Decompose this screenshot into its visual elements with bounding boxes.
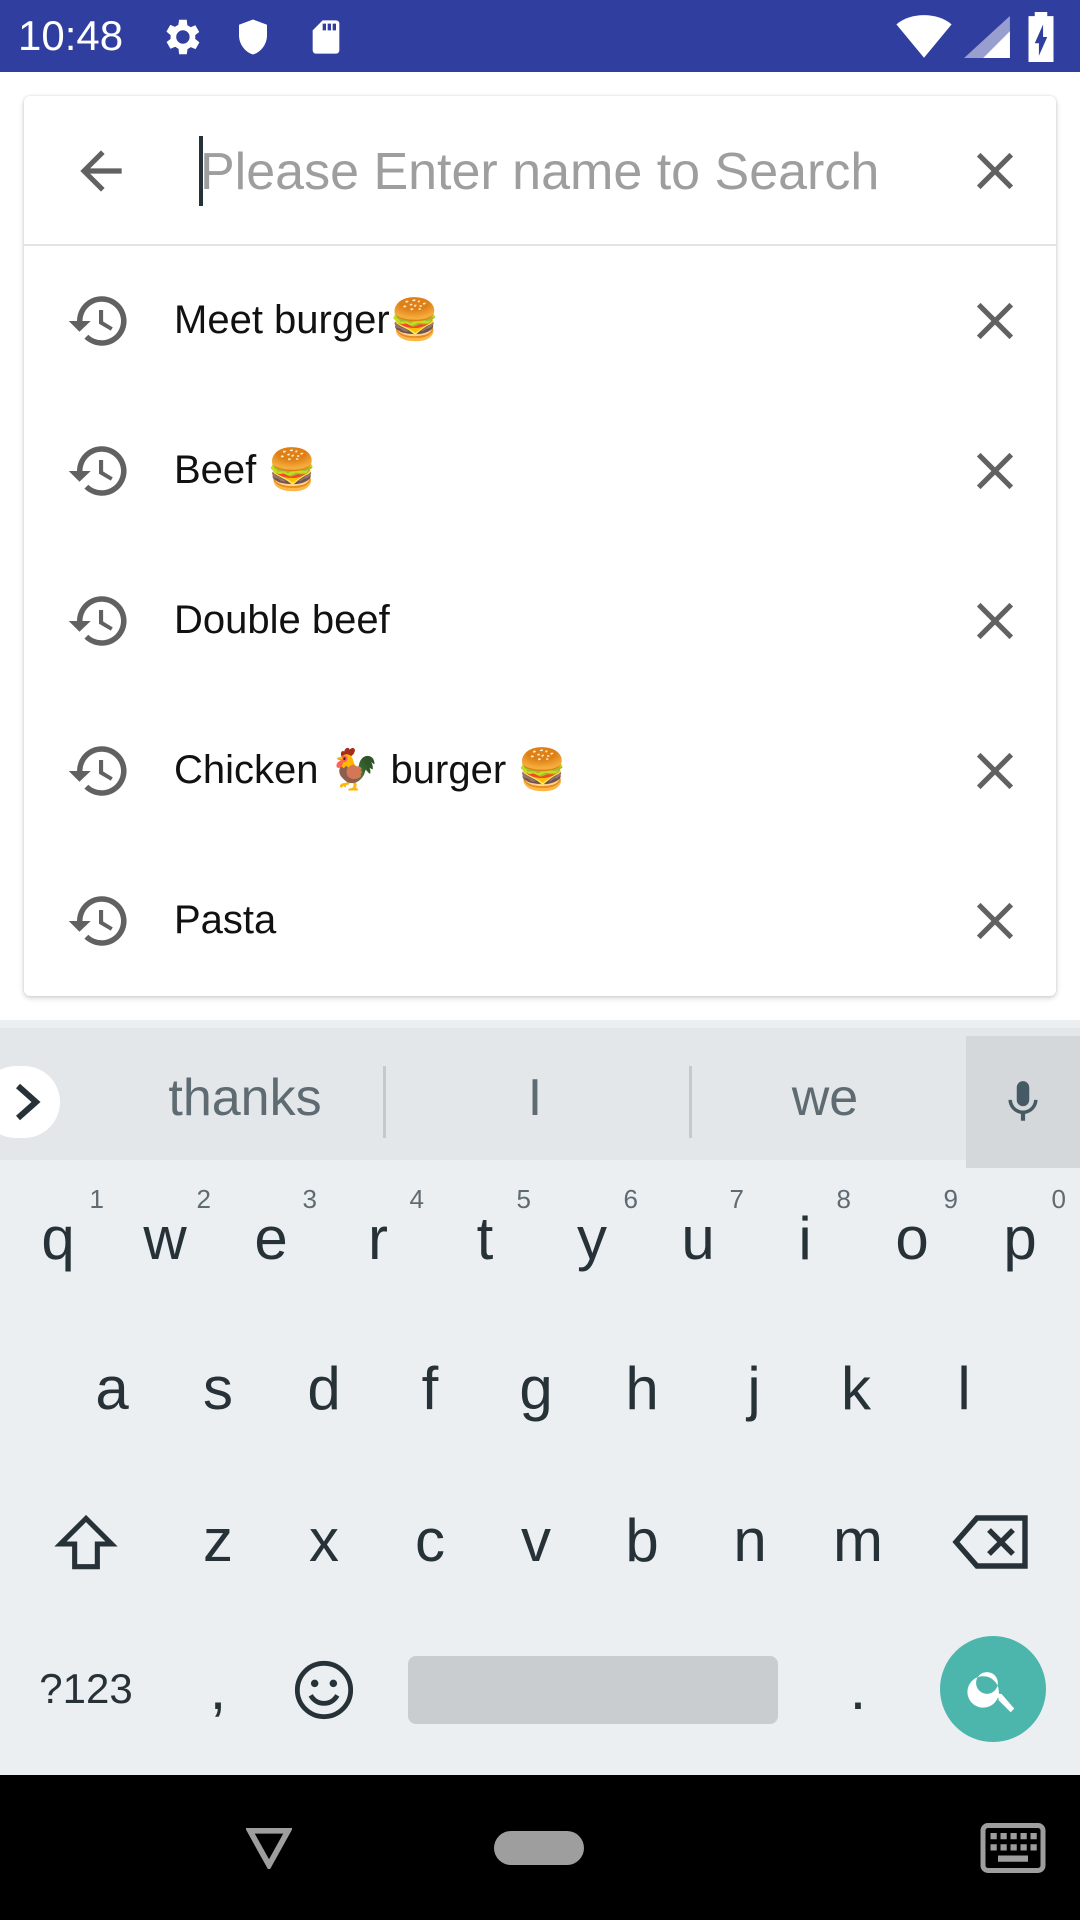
- key-u[interactable]: u7: [648, 1174, 748, 1304]
- shift-icon: [54, 1514, 118, 1570]
- microphone-icon: [1008, 1081, 1038, 1121]
- key-v[interactable]: v: [486, 1476, 586, 1606]
- history-icon: [68, 296, 127, 346]
- key-f[interactable]: f: [380, 1324, 480, 1454]
- voice-input-button[interactable]: [966, 1036, 1080, 1168]
- text-cursor: [199, 136, 203, 206]
- expand-suggestions-button[interactable]: [0, 1066, 60, 1138]
- list-item[interactable]: Double beef: [24, 546, 1056, 696]
- key-e[interactable]: e3: [221, 1174, 321, 1304]
- close-icon[interactable]: [964, 590, 1026, 652]
- key-i[interactable]: i8: [755, 1174, 855, 1304]
- search-history-list: Meet burger🍔 Beef 🍔 Double beef Chicken …: [24, 246, 1056, 996]
- shift-key[interactable]: [36, 1476, 136, 1606]
- backspace-icon: [952, 1515, 1028, 1569]
- suggestion-word[interactable]: thanks: [100, 1068, 390, 1128]
- list-item[interactable]: Meet burger🍔: [24, 246, 1056, 396]
- back-triangle-icon[interactable]: [246, 1827, 292, 1869]
- arrow-back-icon[interactable]: [70, 140, 132, 202]
- emoji-key[interactable]: [274, 1624, 374, 1754]
- search-header: [24, 96, 1056, 246]
- shield-icon: [239, 19, 267, 55]
- key-r[interactable]: r4: [328, 1174, 428, 1304]
- key-c[interactable]: c: [380, 1476, 480, 1606]
- key-d[interactable]: d: [274, 1324, 374, 1454]
- key-h[interactable]: h: [592, 1324, 692, 1454]
- search-suggestions-card: Meet burger🍔 Beef 🍔 Double beef Chicken …: [24, 96, 1056, 996]
- history-item-label: Double beef: [174, 598, 390, 642]
- sd-card-icon: [312, 20, 340, 54]
- keyboard-icon[interactable]: [980, 1823, 1046, 1873]
- period-key[interactable]: .: [808, 1624, 908, 1754]
- suggestion-word[interactable]: we: [680, 1068, 970, 1128]
- history-icon: [68, 896, 127, 946]
- list-item[interactable]: Chicken 🐓 burger 🍔: [24, 696, 1056, 846]
- history-item-label: Meet burger🍔: [174, 298, 440, 342]
- suggestion-divider: [383, 1066, 386, 1138]
- history-item-label: Pasta: [174, 898, 277, 942]
- space-bar[interactable]: [408, 1656, 778, 1724]
- backspace-key[interactable]: [942, 1476, 1042, 1606]
- navigation-bar: [0, 1775, 1080, 1920]
- key-s[interactable]: s: [168, 1324, 268, 1454]
- key-w[interactable]: w2: [115, 1174, 215, 1304]
- history-icon: [68, 446, 127, 496]
- wifi-icon: [896, 15, 952, 58]
- key-a[interactable]: a: [62, 1324, 162, 1454]
- search-input[interactable]: [200, 136, 920, 208]
- key-j[interactable]: j: [704, 1324, 804, 1454]
- key-x[interactable]: x: [274, 1476, 374, 1606]
- battery-charging-icon: [1028, 12, 1054, 62]
- key-g[interactable]: g: [486, 1324, 586, 1454]
- close-icon[interactable]: [964, 140, 1026, 202]
- key-l[interactable]: l: [914, 1324, 1014, 1454]
- search-icon: [967, 1672, 1015, 1713]
- suggestion-word[interactable]: I: [390, 1068, 680, 1128]
- comma-key[interactable]: ,: [168, 1624, 268, 1754]
- close-icon[interactable]: [964, 290, 1026, 352]
- key-z[interactable]: z: [168, 1476, 268, 1606]
- key-y[interactable]: y6: [542, 1174, 642, 1304]
- symbols-key[interactable]: ?123: [36, 1624, 136, 1754]
- key-q[interactable]: q1: [8, 1174, 108, 1304]
- key-m[interactable]: m: [808, 1476, 908, 1606]
- list-item[interactable]: Beef 🍔: [24, 396, 1056, 546]
- home-pill-icon[interactable]: [494, 1831, 584, 1865]
- close-icon[interactable]: [964, 740, 1026, 802]
- history-item-label: Beef 🍔: [174, 448, 318, 492]
- status-time: 10:48: [18, 12, 124, 59]
- close-icon[interactable]: [964, 440, 1026, 502]
- key-n[interactable]: n: [700, 1476, 800, 1606]
- key-p[interactable]: p0: [970, 1174, 1070, 1304]
- key-t[interactable]: t5: [435, 1174, 535, 1304]
- status-bar: 10:48: [0, 0, 1080, 72]
- gear-icon: [166, 19, 200, 55]
- emoji-icon: [294, 1660, 354, 1720]
- key-b[interactable]: b: [592, 1476, 692, 1606]
- close-icon[interactable]: [964, 890, 1026, 952]
- chevron-right-icon: [16, 1083, 41, 1121]
- list-item[interactable]: Pasta: [24, 846, 1056, 996]
- history-icon: [68, 596, 127, 646]
- history-icon: [68, 746, 127, 796]
- soft-keyboard: thanks I we q1 w2 e3 r4 t5 y6 u7 i8 o9 p…: [0, 1020, 1080, 1775]
- search-action-key[interactable]: [940, 1636, 1046, 1742]
- suggestion-strip: thanks I we: [0, 1028, 1080, 1168]
- history-item-label: Chicken 🐓 burger 🍔: [174, 748, 568, 792]
- key-k[interactable]: k: [806, 1324, 906, 1454]
- cell-signal-icon: [964, 16, 1010, 58]
- key-o[interactable]: o9: [862, 1174, 962, 1304]
